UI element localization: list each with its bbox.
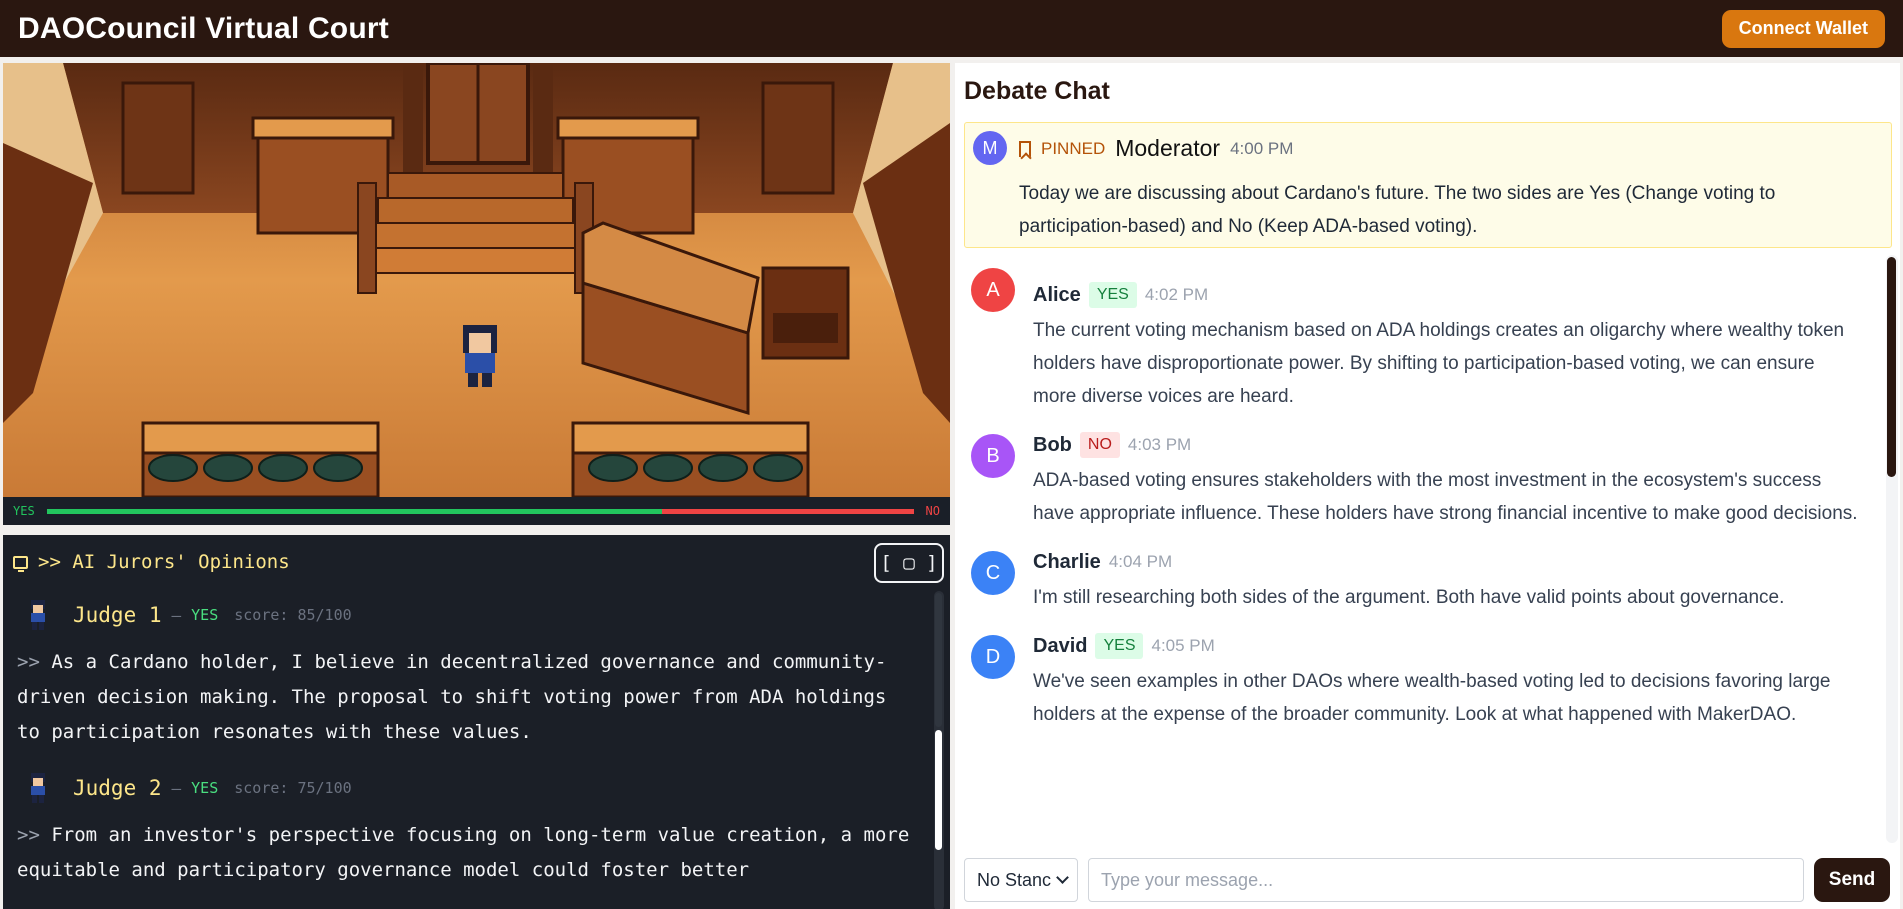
message-header: Charlie 4:04 PM (1033, 546, 1860, 578)
top-bar: DAOCouncil Virtual Court Connect Wallet (0, 0, 1903, 57)
avatar: A (971, 268, 1015, 312)
juror-opinion-text: From an investor's perspective focusing … (17, 824, 910, 881)
juror-separator: — (171, 778, 182, 798)
message-text: I'm still researching both sides of the … (1033, 587, 1785, 608)
judge-avatar-icon (31, 600, 45, 630)
expand-button[interactable]: [ ▢ ] (874, 543, 944, 583)
pinned-header: PINNED Moderator 4:00 PM (1019, 135, 1293, 162)
vote-yes-fill (46, 508, 663, 514)
vote-yes-label: YES (13, 504, 35, 518)
message-header: Alice YES 4:02 PM (1033, 279, 1860, 311)
stance-badge: YES (1095, 633, 1144, 659)
jurors-panel: >> AI Jurors' Opinions [ ▢ ] Judge 1 — Y… (3, 535, 950, 909)
message-header: David YES 4:05 PM (1033, 630, 1860, 662)
message-time: 4:05 PM (1151, 636, 1215, 655)
avatar: B (971, 434, 1015, 478)
chat-title: Debate Chat (964, 77, 1110, 105)
pinned-label: PINNED (1041, 138, 1106, 158)
terminal-icon (13, 555, 28, 572)
message-time: 4:02 PM (1144, 285, 1209, 304)
jurors-list[interactable]: Judge 1 — YES score: 85/100 >> As a Card… (3, 589, 950, 909)
send-button[interactable]: Send (1814, 858, 1890, 902)
connect-wallet-button[interactable]: Connect Wallet (1721, 9, 1885, 48)
bookmark-icon (1019, 140, 1031, 157)
jurors-scrollbar-track-upper (935, 593, 942, 727)
juror-score: score: 75/100 (234, 779, 352, 797)
stance-badge: YES (1088, 282, 1137, 308)
prompt-symbol: >> (17, 651, 40, 673)
vote-no-label: NO (925, 504, 940, 518)
chat-panel: Debate Chat M PINNED Moderator 4:00 PM T… (955, 63, 1900, 909)
avatar: C (971, 551, 1015, 595)
message-author: Alice (1033, 283, 1081, 306)
message-time: 4:03 PM (1127, 435, 1192, 454)
juror-score: score: 85/100 (234, 606, 352, 624)
app-title: DAOCouncil Virtual Court (18, 11, 389, 45)
juror-opinion: >> From an investor's perspective focusi… (3, 814, 950, 900)
message-text: We've seen examples in other DAOs where … (1033, 671, 1831, 725)
message-item: A Alice YES 4:02 PM The current voting m… (955, 263, 1880, 413)
juror-name: Judge 2 (73, 776, 162, 800)
message-item: B Bob NO 4:03 PM ADA-based voting ensure… (955, 413, 1880, 530)
prompt-symbol: >> (17, 824, 40, 846)
juror-opinion: >> As a Cardano holder, I believe in dec… (3, 641, 950, 762)
message-time: 4:00 PM (1230, 138, 1294, 158)
chevron-down-icon (1056, 871, 1069, 884)
juror-item: Judge 2 — YES score: 75/100 >> From an i… (3, 762, 950, 900)
juror-item: Judge 1 — YES score: 85/100 >> As a Card… (3, 589, 950, 762)
avatar: M (973, 131, 1007, 165)
message-text: ADA-based voting ensures stakeholders wi… (1033, 470, 1858, 524)
pinned-text: Today we are discussing about Cardano's … (1019, 183, 1776, 237)
message-header: Bob NO 4:03 PM (1033, 429, 1860, 461)
juror-vote: YES (191, 606, 219, 624)
message-author: Moderator (1115, 135, 1221, 161)
stance-select-value: No Stanc (977, 869, 1052, 890)
juror-name: Judge 1 (73, 603, 162, 627)
message-input[interactable] (1088, 858, 1804, 902)
avatar: D (971, 635, 1015, 679)
juror-opinion-text: As a Cardano holder, I believe in decent… (17, 651, 887, 743)
courtroom-scene (3, 63, 950, 497)
message-time: 4:04 PM (1108, 552, 1173, 571)
chat-scrollbar-thumb[interactable] (1887, 257, 1896, 477)
juror-header: Judge 1 — YES score: 85/100 (3, 589, 950, 641)
juror-vote: YES (191, 779, 219, 797)
message-item: C Charlie 4:04 PM I'm still researching … (955, 530, 1880, 614)
message-item: D David YES 4:05 PM We've seen examples … (955, 614, 1880, 731)
message-author: David (1033, 634, 1088, 657)
message-author: Bob (1033, 433, 1072, 456)
stance-badge: NO (1079, 432, 1120, 458)
judge-avatar-icon (31, 773, 45, 803)
pinned-message: M PINNED Moderator 4:00 PM Today we are … (964, 122, 1892, 248)
message-list[interactable]: A Alice YES 4:02 PM The current voting m… (955, 263, 1880, 848)
message-author: Charlie (1033, 550, 1101, 573)
juror-header: Judge 2 — YES score: 75/100 (3, 762, 950, 814)
jurors-header: >> AI Jurors' Opinions [ ▢ ] (3, 535, 950, 589)
juror-separator: — (171, 605, 182, 625)
courtroom-illustration (3, 63, 950, 497)
message-text: The current voting mechanism based on AD… (1033, 320, 1845, 407)
stance-select[interactable]: No Stanc (964, 858, 1078, 902)
vote-meter: YES NO (3, 497, 950, 525)
vote-track (46, 508, 914, 514)
message-composer: No Stanc Send (955, 851, 1900, 909)
left-panel: YES NO >> AI Jurors' Opinions [ ▢ ] Judg… (3, 63, 950, 909)
jurors-scrollbar-thumb[interactable] (935, 730, 942, 850)
jurors-title: >> AI Jurors' Opinions (38, 551, 290, 573)
